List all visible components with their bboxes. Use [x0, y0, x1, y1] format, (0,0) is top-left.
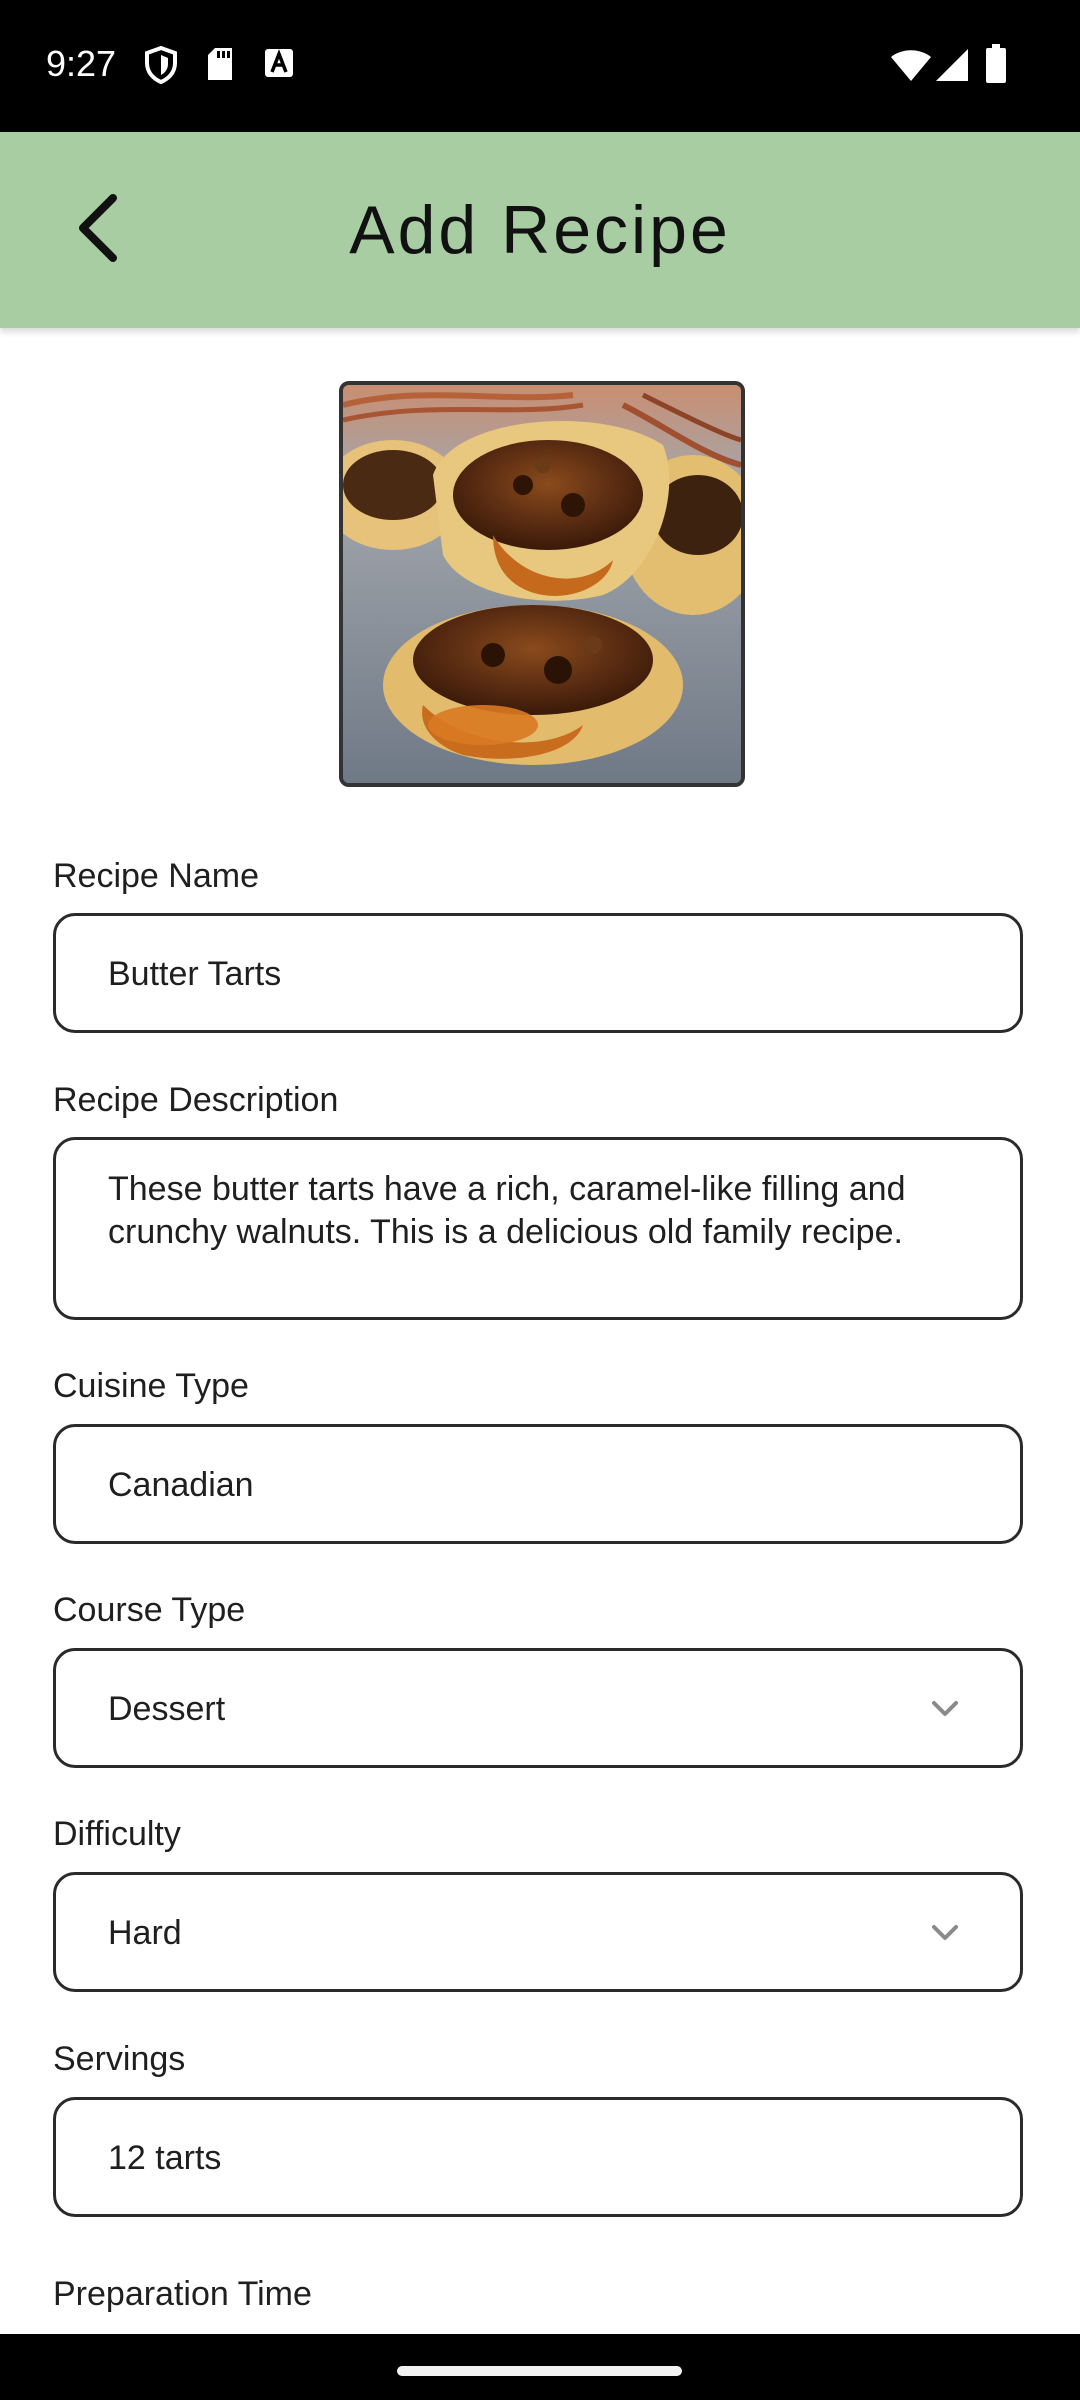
back-button[interactable]: [58, 190, 138, 270]
recipe-name-field[interactable]: Butter Tarts: [53, 913, 1023, 1033]
keyboard-a-icon: [263, 46, 295, 85]
course-type-value: Dessert: [108, 1690, 226, 1728]
sd-card-icon: [205, 46, 235, 87]
battery-icon: [985, 44, 1007, 89]
chevron-down-icon: [928, 1915, 962, 1949]
recipe-image[interactable]: [339, 381, 745, 787]
butter-tart-photo: [343, 385, 741, 783]
servings-value: 12 tarts: [108, 2139, 222, 2177]
wifi-icon: [890, 48, 932, 87]
course-type-label: Course Type: [53, 1591, 246, 1629]
home-indicator[interactable]: [397, 2366, 682, 2376]
difficulty-label: Difficulty: [53, 1815, 181, 1853]
shield-icon: [143, 45, 179, 89]
cuisine-type-value: Canadian: [108, 1466, 254, 1504]
status-time: 9:27: [46, 43, 117, 84]
recipe-description-label: Recipe Description: [53, 1081, 339, 1119]
signal-icon: [935, 48, 969, 87]
cuisine-type-field[interactable]: Canadian: [53, 1424, 1023, 1544]
status-bar: 9:27: [0, 0, 1080, 132]
recipe-description-field[interactable]: These butter tarts have a rich, caramel-…: [53, 1137, 1023, 1320]
course-type-dropdown[interactable]: Dessert: [53, 1648, 1023, 1768]
app-bar: Add Recipe: [0, 132, 1080, 328]
page-title: Add Recipe: [349, 192, 731, 268]
chevron-down-icon: [928, 1691, 962, 1725]
cuisine-type-label: Cuisine Type: [53, 1367, 249, 1405]
difficulty-value: Hard: [108, 1914, 182, 1952]
servings-label: Servings: [53, 2040, 186, 2078]
servings-field[interactable]: 12 tarts: [53, 2097, 1023, 2217]
recipe-description-value: These butter tarts have a rich, caramel-…: [108, 1170, 906, 1251]
chevron-left-icon: [73, 193, 123, 268]
preparation-time-label: Preparation Time: [53, 2275, 312, 2313]
recipe-name-label: Recipe Name: [53, 857, 259, 895]
difficulty-dropdown[interactable]: Hard: [53, 1872, 1023, 1992]
recipe-name-value: Butter Tarts: [108, 955, 282, 993]
